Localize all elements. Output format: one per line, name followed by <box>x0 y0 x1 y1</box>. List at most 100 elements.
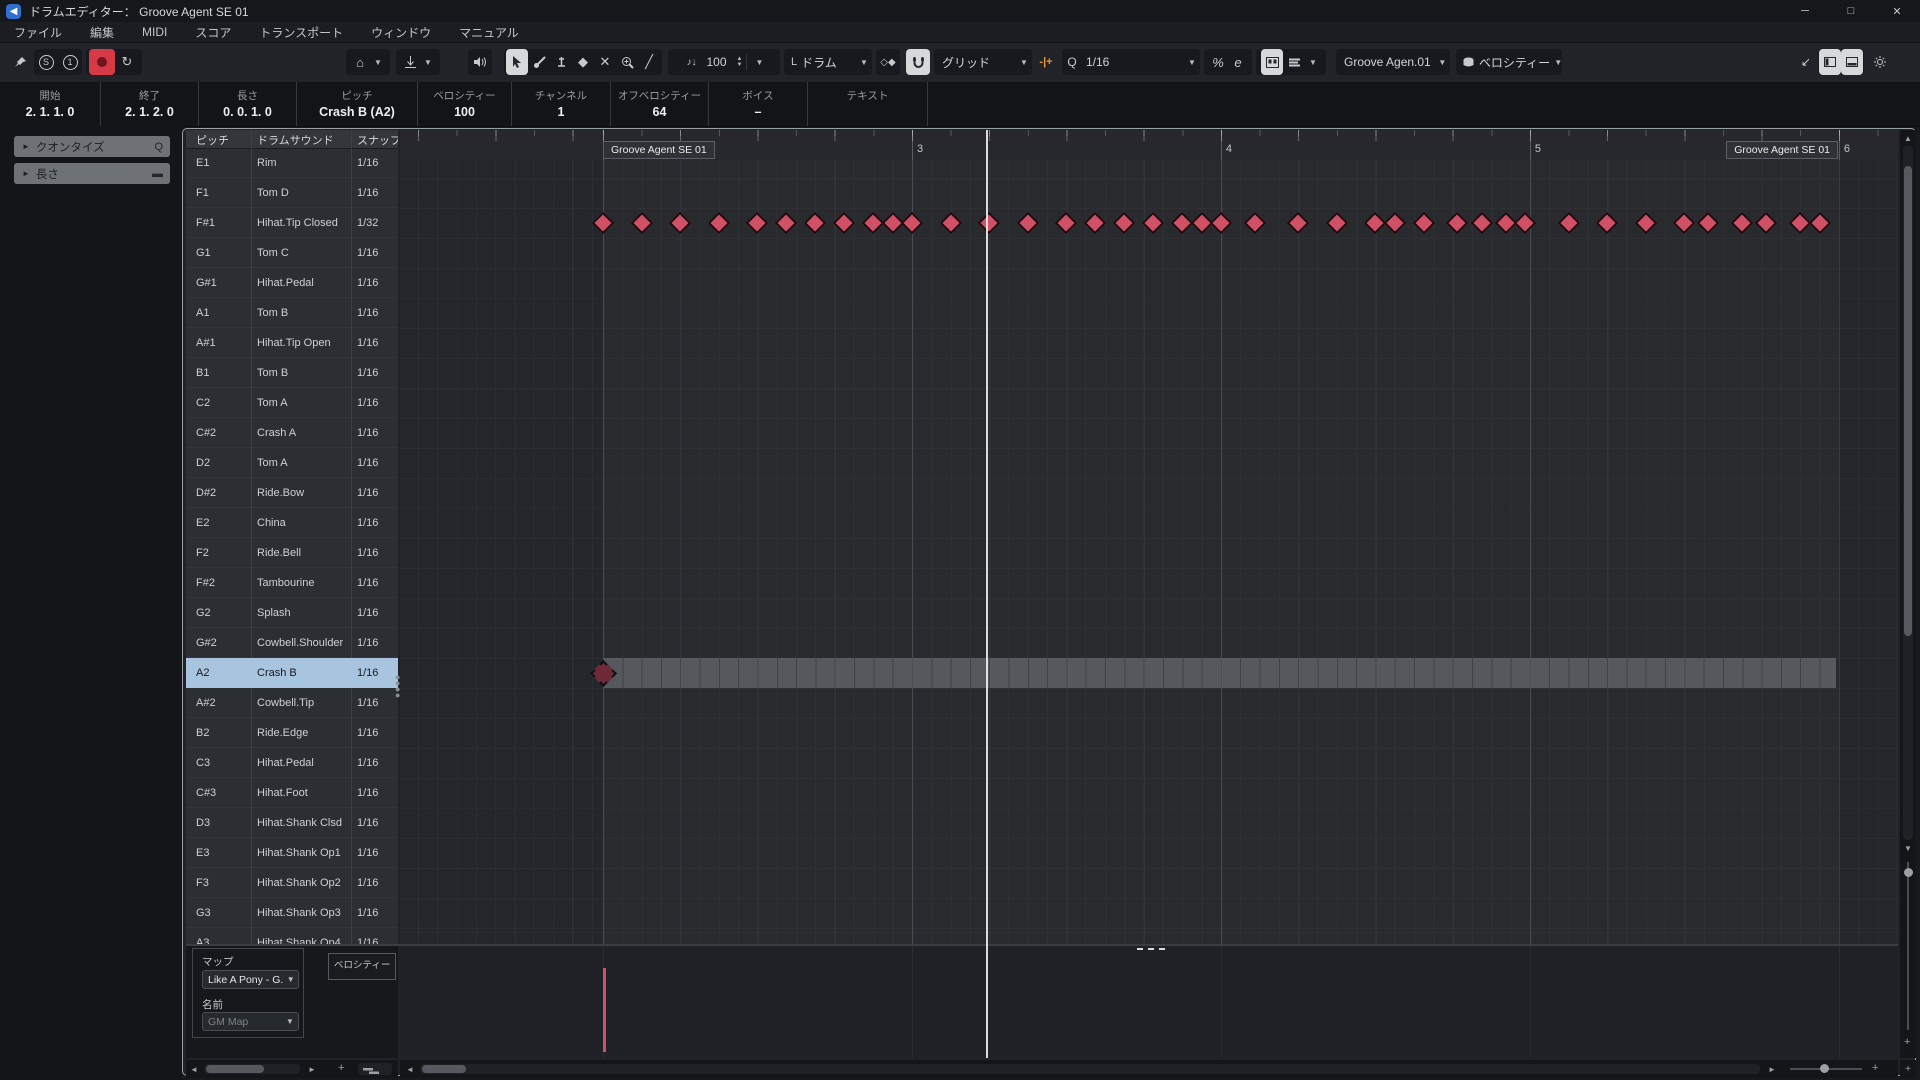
grid-dropdown-arrow[interactable]: ▼ <box>1016 58 1032 67</box>
info-field-3[interactable]: ピッチCrash B (A2) <box>297 82 418 126</box>
display-dropdown-arrow[interactable]: ▼ <box>1305 58 1321 67</box>
eraser-tool[interactable]: ◆ <box>572 49 594 75</box>
map-select-arrow[interactable]: ▼ <box>283 975 298 984</box>
list-zoom-in-button[interactable]: + <box>338 1062 344 1074</box>
home-button[interactable]: ⌂ <box>350 49 370 75</box>
map-select[interactable]: Like A Pony - G.▼ <box>202 970 299 989</box>
list-scroll-thumb[interactable] <box>206 1065 264 1073</box>
setup-gear-button[interactable] <box>1868 49 1892 75</box>
step-input-button[interactable]: 1 <box>58 49 82 75</box>
velocity-bar[interactable] <box>603 968 606 1052</box>
drum-row-A1[interactable]: A1Tom B1/16 <box>186 298 398 328</box>
velocity-lane[interactable] <box>400 946 1898 1058</box>
drum-row-C3[interactable]: C3Hihat.Pedal1/16 <box>186 748 398 778</box>
line-tool[interactable]: ╱ <box>638 49 660 75</box>
autoscroll-dropdown-arrow[interactable]: ▼ <box>420 58 436 67</box>
scroll-corner-zoom-button[interactable]: + <box>1900 1060 1916 1078</box>
trim-tool[interactable] <box>550 49 572 75</box>
grid-scroll-left-arrow[interactable]: ◄ <box>406 1065 414 1074</box>
drum-row-C#2[interactable]: C#2Crash A1/16 <box>186 418 398 448</box>
list-preset-button[interactable] <box>358 1063 392 1075</box>
drum-row-C2[interactable]: C2Tom A1/16 <box>186 388 398 418</box>
velocity-stepper[interactable]: ▲▼ <box>737 56 743 68</box>
drum-row-A#1[interactable]: A#1Hihat.Tip Open1/16 <box>186 328 398 358</box>
menu-item-2[interactable]: MIDI <box>142 25 167 39</box>
apply-quantize-button[interactable]: % <box>1208 49 1228 75</box>
open-in-window-button[interactable]: ↙ <box>1794 49 1818 75</box>
info-field-7[interactable]: ボイス– <box>709 82 808 126</box>
zoom-tool[interactable] <box>616 49 638 75</box>
drum-row-F1[interactable]: F1Tom D1/16 <box>186 178 398 208</box>
insert-velocity-value[interactable]: 100 <box>697 55 737 69</box>
drum-row-G#1[interactable]: G#1Hihat.Pedal1/16 <box>186 268 398 298</box>
inspector-section-1[interactable]: ►長さ▬ <box>14 163 170 184</box>
drum-row-G3[interactable]: G3Hihat.Shank Op31/16 <box>186 898 398 928</box>
lane-dropdown-arrow[interactable]: ▼ <box>1554 58 1562 67</box>
lanes-layers-button[interactable] <box>1283 49 1305 75</box>
info-field-6[interactable]: オフベロシティー64 <box>611 82 709 126</box>
inspector-section-0[interactable]: ►クオンタイズQ <box>14 136 170 157</box>
mute-tool[interactable]: ✕ <box>594 49 616 75</box>
menu-item-3[interactable]: スコア <box>195 24 231 41</box>
home-dropdown-arrow[interactable]: ▼ <box>370 58 386 67</box>
drum-row-B2[interactable]: B2Ride.Edge1/16 <box>186 718 398 748</box>
drum-row-C#3[interactable]: C#3Hihat.Foot1/16 <box>186 778 398 808</box>
info-field-0[interactable]: 開始2. 1. 1. 0 <box>0 82 101 126</box>
drum-row-F#1[interactable]: F#1Hihat.Tip Closed1/32 <box>186 208 398 238</box>
controller-lane-value[interactable]: ベロシティー <box>1475 54 1554 71</box>
drum-row-E3[interactable]: E3Hihat.Shank Op11/16 <box>186 838 398 868</box>
drum-row-E1[interactable]: E1Rim1/16 <box>186 148 398 178</box>
drum-row-G2[interactable]: G2Splash1/16 <box>186 598 398 628</box>
note-grid[interactable] <box>400 160 1898 944</box>
info-field-1[interactable]: 終了2. 1. 2. 0 <box>101 82 199 126</box>
grid-scroll-right-arrow[interactable]: ► <box>1768 1065 1776 1074</box>
vzoom-in-button[interactable]: + <box>1904 1036 1910 1048</box>
hzoom-slider-handle[interactable] <box>1820 1064 1829 1073</box>
velocity-dropdown-arrow[interactable]: ▼ <box>751 58 767 67</box>
vzoom-slider-track[interactable] <box>1907 862 1909 1030</box>
part-dropdown-arrow[interactable]: ▼ <box>1435 58 1450 67</box>
snap-grid-accent-icon[interactable]: -|+ <box>1034 49 1058 75</box>
part-selector-value[interactable]: Groove Agen.01 <box>1336 55 1435 69</box>
menu-item-4[interactable]: トランスポート <box>259 24 343 41</box>
color-dropdown-arrow[interactable]: ▼ <box>856 58 872 67</box>
hzoom-in-button[interactable]: + <box>1872 1062 1878 1074</box>
info-field-2[interactable]: 長さ0. 0. 1. 0 <box>199 82 297 126</box>
timeline-ruler[interactable]: Groove Agent SE 01 Groove Agent SE 01 34… <box>400 130 1898 161</box>
grid-scroll-thumb[interactable] <box>422 1065 466 1073</box>
drum-row-D#2[interactable]: D#2Ride.Bow1/16 <box>186 478 398 508</box>
menu-item-1[interactable]: 編集 <box>90 24 114 41</box>
grid-vscroll-thumb[interactable] <box>1904 166 1912 636</box>
menu-item-6[interactable]: マニュアル <box>459 24 519 41</box>
drum-row-A2[interactable]: A2Crash B1/16 <box>186 658 398 688</box>
vzoom-slider-handle[interactable] <box>1904 868 1913 877</box>
playhead-cursor[interactable] <box>986 130 988 1058</box>
quantize-preset-value[interactable]: 1/16 <box>1082 55 1113 69</box>
pitch-display-button[interactable] <box>1261 49 1283 75</box>
nudge-button[interactable]: ◇◆ <box>876 49 900 75</box>
grid-type-value[interactable]: グリッド <box>934 54 994 71</box>
quantize-panel-button[interactable]: e <box>1228 49 1248 75</box>
layout-left-zone-button[interactable] <box>1819 49 1841 75</box>
drum-row-D2[interactable]: D2Tom A1/16 <box>186 448 398 478</box>
grid-scroll-down-arrow[interactable]: ▼ <box>1904 844 1912 853</box>
snap-button[interactable] <box>906 49 930 75</box>
name-select[interactable]: GM Map▼ <box>202 1012 299 1031</box>
pin-button[interactable] <box>8 49 32 75</box>
drum-row-G1[interactable]: G1Tom C1/16 <box>186 238 398 268</box>
loop-button[interactable]: ↻ <box>115 49 139 75</box>
layout-lower-zone-button[interactable] <box>1841 49 1863 75</box>
drumstick-tool[interactable] <box>528 49 550 75</box>
solo-button[interactable]: S <box>34 49 58 75</box>
autoscroll-button[interactable] <box>400 49 420 75</box>
drum-row-A#2[interactable]: A#2Cowbell.Tip1/16 <box>186 688 398 718</box>
list-scroll-right-arrow[interactable]: ► <box>308 1065 316 1074</box>
grid-scroll-track[interactable] <box>420 1064 1760 1074</box>
minimize-button[interactable]: ─ <box>1782 0 1828 22</box>
drum-row-F2[interactable]: F2Ride.Bell1/16 <box>186 538 398 568</box>
select-tool[interactable] <box>506 49 528 75</box>
drum-row-G#2[interactable]: G#2Cowbell.Shoulder1/16 <box>186 628 398 658</box>
grid-scroll-up-arrow[interactable]: ▲ <box>1904 134 1912 143</box>
drum-row-D3[interactable]: D3Hihat.Shank Clsd1/16 <box>186 808 398 838</box>
info-field-4[interactable]: ベロシティー100 <box>418 82 512 126</box>
